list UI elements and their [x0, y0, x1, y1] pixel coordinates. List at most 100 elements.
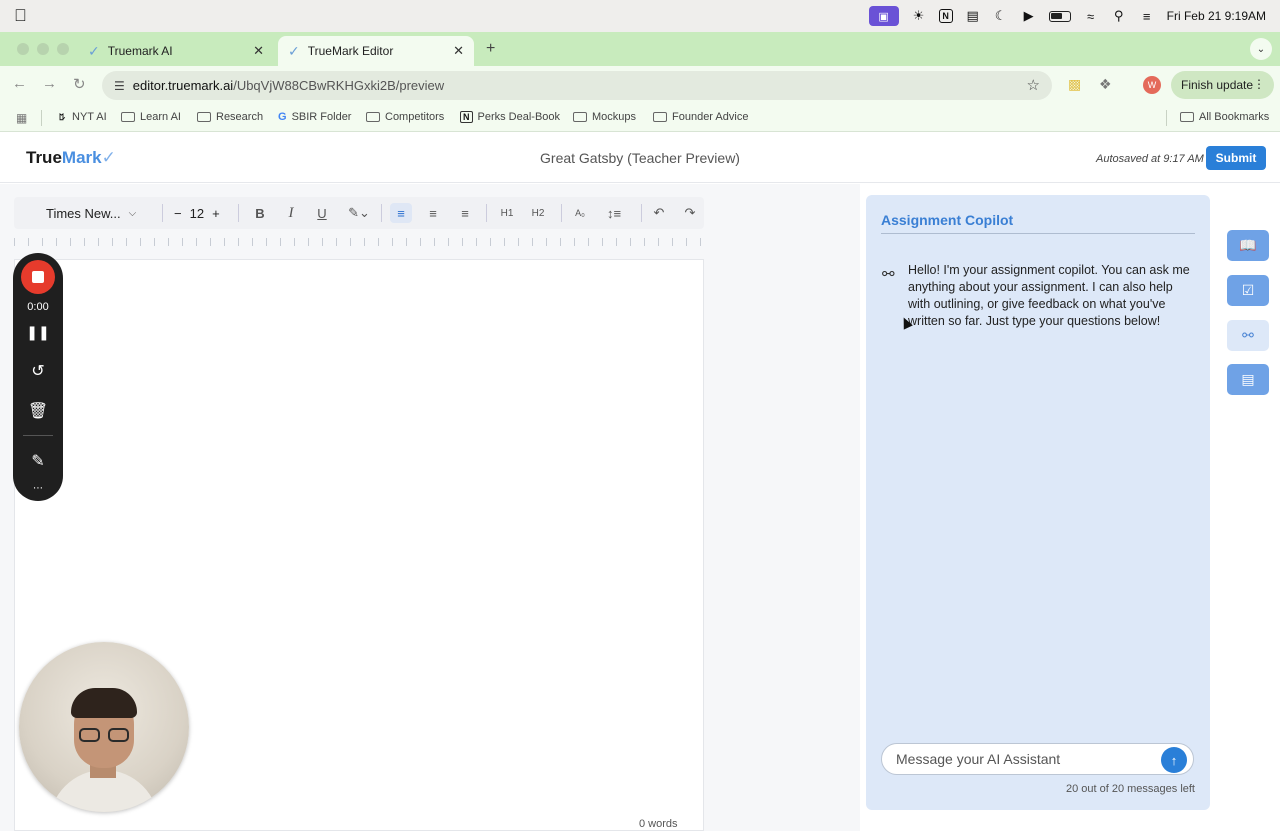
font-size-value[interactable]: 12: [190, 206, 204, 221]
tab-label: TrueMark Editor: [307, 44, 394, 58]
extension-chat-icon[interactable]: ▩: [1068, 76, 1081, 93]
copilot-message-input[interactable]: [896, 751, 1156, 767]
rail-book-icon[interactable]: 📖: [1227, 230, 1269, 261]
control-center-icon[interactable]: ≡: [1139, 9, 1155, 24]
rail-notes-icon[interactable]: ▤: [1227, 364, 1269, 395]
align-right-icon[interactable]: ≡: [454, 203, 476, 223]
moon-icon[interactable]: ☾: [993, 8, 1009, 23]
restart-icon[interactable]: ↺: [13, 361, 63, 381]
webcam-figure-hair: [71, 688, 137, 718]
profile-avatar[interactable]: W: [1143, 76, 1161, 94]
close-tab-icon[interactable]: ✕: [253, 43, 264, 59]
bookmark-nyt-ai[interactable]: 𝡣 NYT AI: [56, 111, 107, 123]
address-bar[interactable]: ☰ editor.truemark.ai/UbqVjW88CBwRKHGxki2…: [102, 71, 1052, 100]
browser-tab-truemark-editor[interactable]: ✓ TrueMark Editor ✕: [278, 36, 474, 66]
heading-2-icon[interactable]: H2: [527, 203, 549, 223]
decrease-font-size-icon[interactable]: −: [174, 206, 182, 221]
back-arrow-icon[interactable]: ←: [12, 75, 27, 92]
url-path: /UbqVjW88CBwRKHGxki2B/preview: [233, 78, 445, 93]
url-host: editor.truemark.ai: [132, 78, 234, 93]
align-left-icon[interactable]: ≡: [390, 203, 412, 223]
site-info-icon[interactable]: ☰: [114, 79, 125, 93]
finish-update-button[interactable]: Finish update ⋮: [1171, 71, 1274, 99]
all-bookmarks-button[interactable]: All Bookmarks: [1180, 111, 1269, 123]
more-options-icon[interactable]: ⋯: [13, 483, 63, 494]
pause-icon[interactable]: ❚❚: [13, 324, 63, 341]
tab-label: Truemark AI: [107, 44, 173, 58]
trash-icon[interactable]: 🗑: [13, 401, 63, 421]
screen-share-icon[interactable]: ▣: [868, 6, 899, 26]
webcam-preview[interactable]: [19, 642, 189, 812]
more-menu-icon[interactable]: ⋮: [1253, 77, 1265, 91]
toolbar-divider: [381, 204, 382, 222]
apps-grid-icon[interactable]: ▦: [16, 111, 27, 125]
notion-icon[interactable]: N: [938, 9, 953, 23]
apple-icon[interactable]: : [14, 6, 27, 26]
battery-icon[interactable]: [1048, 10, 1071, 22]
ruler[interactable]: [14, 234, 704, 250]
increase-font-size-icon[interactable]: +: [212, 206, 220, 221]
new-tab-icon[interactable]: +: [486, 40, 495, 58]
reload-icon[interactable]: ↻: [73, 75, 86, 93]
chevron-down-icon: ⌵: [128, 207, 137, 219]
rail-checklist-icon[interactable]: ☑: [1227, 275, 1269, 306]
bookmark-sbir-folder[interactable]: G SBIR Folder: [278, 111, 351, 123]
bookmark-research[interactable]: Research: [197, 111, 263, 123]
folder-icon: [197, 112, 211, 122]
undo-icon[interactable]: ↶: [648, 203, 670, 223]
webcam-figure-glasses: [79, 728, 129, 742]
close-tab-icon[interactable]: ✕: [453, 43, 464, 59]
heading-1-icon[interactable]: H1: [496, 203, 518, 223]
search-icon[interactable]: ⚲: [1111, 8, 1127, 23]
recorder-divider: [23, 435, 53, 436]
autosave-status: Autosaved at 9:17 AM: [1096, 153, 1204, 165]
italic-icon[interactable]: I: [280, 203, 302, 223]
document-title: Great Gatsby (Teacher Preview): [540, 150, 740, 166]
underline-icon[interactable]: U: [311, 203, 333, 223]
submit-button[interactable]: Submit: [1206, 146, 1266, 170]
pencil-icon[interactable]: ✎: [13, 451, 63, 471]
font-family-select[interactable]: Times New... ⌵: [46, 203, 136, 223]
toolbar-divider: [561, 204, 562, 222]
truemark-favicon-icon: ✓: [288, 42, 300, 59]
keyboard-icon[interactable]: ▤: [965, 8, 981, 23]
bookmarks-bar: ▦ 𝡣 NYT AI Learn AI Research G SBIR Folder…: [0, 104, 1280, 132]
redo-icon[interactable]: ↷: [679, 203, 701, 223]
folder-icon: [653, 112, 667, 122]
copilot-message: Hello! I'm your assignment copilot. You …: [908, 263, 1190, 328]
browser-tab-truemark-ai[interactable]: ✓ Truemark AI ✕: [78, 36, 274, 66]
bookmark-star-icon[interactable]: ☆: [1027, 76, 1040, 94]
highlight-color-icon[interactable]: ✎⌄: [344, 203, 374, 223]
menu-bar-status-area: ▣ ☀ N ▤ ☾ ▶ ≈ ⚲ ≡ Fri Feb 21 9:19AM: [868, 6, 1266, 26]
align-center-icon[interactable]: ≡: [422, 203, 444, 223]
bookmark-perks-deal-book[interactable]: N Perks Deal-Book: [460, 111, 560, 123]
brightness-icon[interactable]: ☀: [911, 8, 927, 23]
wifi-icon[interactable]: ≈: [1083, 9, 1099, 24]
toolbar-divider: [162, 204, 163, 222]
bookmark-competitors[interactable]: Competitors: [366, 111, 444, 123]
forward-arrow-icon[interactable]: →: [42, 75, 57, 92]
bookmark-learn-ai[interactable]: Learn AI: [121, 111, 181, 123]
stop-recording-button[interactable]: [21, 260, 55, 294]
folder-icon: [366, 112, 380, 122]
menu-bar-clock[interactable]: Fri Feb 21 9:19AM: [1167, 9, 1266, 23]
play-icon[interactable]: ▶: [1021, 8, 1037, 23]
macos-menu-bar:  ▣ ☀ N ▤ ☾ ▶ ≈ ⚲ ≡ Fri Feb 21 9:19AM: [0, 0, 1280, 32]
bold-icon[interactable]: B: [249, 203, 271, 223]
close-window-button[interactable]: [17, 43, 29, 55]
folder-icon: [121, 112, 135, 122]
rail-copilot-icon[interactable]: ⚯: [1227, 320, 1269, 351]
zoom-window-button[interactable]: [57, 43, 69, 55]
bookmark-mockups[interactable]: Mockups: [573, 111, 636, 123]
extensions-puzzle-icon[interactable]: ❖: [1099, 76, 1112, 93]
font-size-stepper: − 12 +: [174, 203, 220, 223]
copilot-divider: [881, 233, 1195, 234]
spellcheck-icon[interactable]: A₀: [569, 203, 591, 223]
browser-tab-strip: ✓ Truemark AI ✕ ✓ TrueMark Editor ✕ + ⌄: [0, 32, 1280, 66]
bookmark-founder-advice[interactable]: Founder Advice: [653, 111, 748, 123]
send-arrow-icon[interactable]: ↑: [1161, 747, 1187, 773]
line-spacing-icon[interactable]: ↕≡: [599, 203, 629, 223]
minimize-window-button[interactable]: [37, 43, 49, 55]
browser-toolbar: ← → ↻ ☰ editor.truemark.ai/UbqVjW88CBwRK…: [0, 66, 1280, 104]
tab-search-icon[interactable]: ⌄: [1250, 38, 1272, 60]
